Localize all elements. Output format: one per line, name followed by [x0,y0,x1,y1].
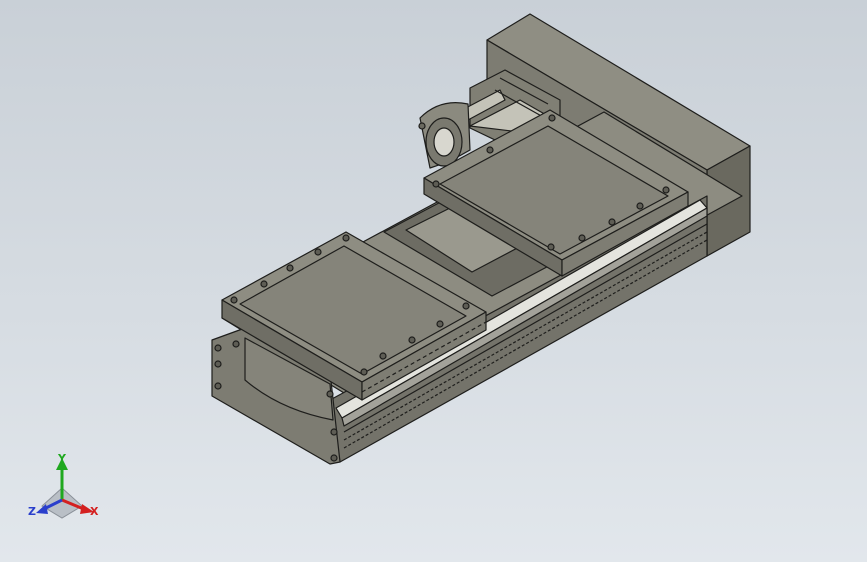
orientation-triad[interactable]: Y X Z [28,452,99,519]
linear-stage-model[interactable]: Y X Z [0,0,867,562]
z-axis-label: Z [28,505,36,518]
cad-viewport[interactable]: Y X Z [0,0,867,562]
y-axis-label: Y [57,452,67,465]
x-axis-label: X [90,505,99,518]
